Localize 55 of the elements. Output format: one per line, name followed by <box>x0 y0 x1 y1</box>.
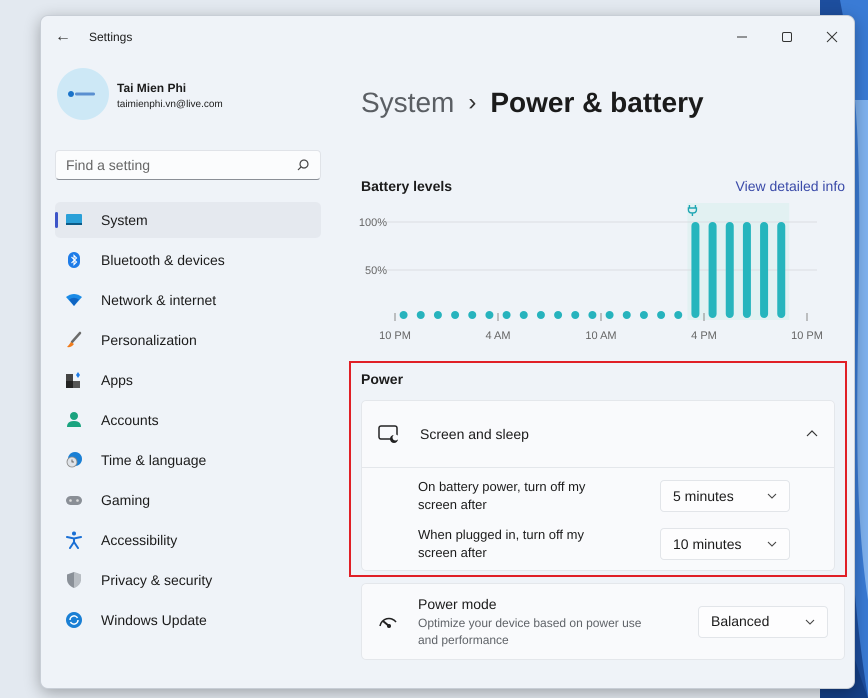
sidebar-item[interactable]: Accessibility <box>55 522 321 558</box>
chevron-up-icon[interactable] <box>806 429 818 439</box>
x-axis-label: 4 PM <box>691 330 717 342</box>
person-icon <box>65 411 83 429</box>
setting-description: Optimize your device based on power use and performance <box>418 615 642 649</box>
brush-icon <box>65 331 83 349</box>
page-title: Power & battery <box>490 86 704 120</box>
maximize-icon[interactable] <box>780 31 792 43</box>
sidebar-item[interactable]: Personalization <box>55 322 321 358</box>
sidebar-item[interactable]: System <box>55 202 321 238</box>
sidebar-item[interactable]: Bluetooth & devices <box>55 242 321 278</box>
accessibility-icon <box>65 531 83 549</box>
globe-clock-icon <box>65 451 83 469</box>
dropdown[interactable]: 5 minutes <box>660 480 790 512</box>
search-icon <box>297 159 309 171</box>
dropdown[interactable]: Balanced <box>698 606 828 638</box>
section-title: Battery levels <box>361 177 452 196</box>
x-axis-label: 10 PM <box>379 330 411 342</box>
setting-label: When plugged in, turn off my screen after <box>418 526 585 562</box>
screen-sleep-icon <box>378 424 400 444</box>
search-field[interactable]: Find a setting <box>55 150 321 180</box>
expander-header[interactable]: Screen and sleep <box>362 401 834 467</box>
breadcrumb-parent[interactable]: System <box>361 82 454 124</box>
breadcrumb-separator: › <box>468 88 476 118</box>
close-icon[interactable] <box>826 31 838 43</box>
x-axis-label: 4 AM <box>485 330 511 342</box>
shield-icon <box>65 571 83 589</box>
apps-icon <box>65 371 83 389</box>
dropdown[interactable]: 10 minutes <box>660 528 790 560</box>
section-title: Power <box>361 370 404 389</box>
plug-icon <box>688 204 698 217</box>
x-axis-label: 10 AM <box>585 330 617 342</box>
profile-email: taimienphi.vn@live.com <box>117 98 223 112</box>
sidebar-item[interactable]: Gaming <box>55 482 321 518</box>
x-axis-label: 10 PM <box>791 330 823 342</box>
sidebar-item[interactable]: Windows Update <box>55 602 321 638</box>
sidebar-item[interactable]: Privacy & security <box>55 562 321 598</box>
sync-icon <box>65 611 83 629</box>
window-title: Settings <box>89 29 132 46</box>
setting-title: Power mode <box>418 595 498 614</box>
y-axis-label: 100% <box>358 217 387 229</box>
setting-label: On battery power, turn off my screen after <box>418 478 586 514</box>
sidebar-item[interactable]: Apps <box>55 362 321 398</box>
profile-name: Tai Mien Phi <box>117 80 188 97</box>
sidebar-item[interactable]: Network & internet <box>55 282 321 318</box>
back-button[interactable]: ← <box>55 25 71 49</box>
avatar-icon <box>57 68 109 120</box>
chevron-down-icon <box>767 493 777 499</box>
bluetooth-icon <box>65 251 83 269</box>
y-axis-label: 50% <box>364 265 387 277</box>
sidebar-item[interactable]: Time & language <box>55 442 321 478</box>
sidebar-item[interactable]: Accounts <box>55 402 321 438</box>
chevron-down-icon <box>805 618 815 624</box>
chevron-down-icon <box>767 541 777 547</box>
view-detailed-info-link[interactable]: View detailed info <box>736 176 845 197</box>
